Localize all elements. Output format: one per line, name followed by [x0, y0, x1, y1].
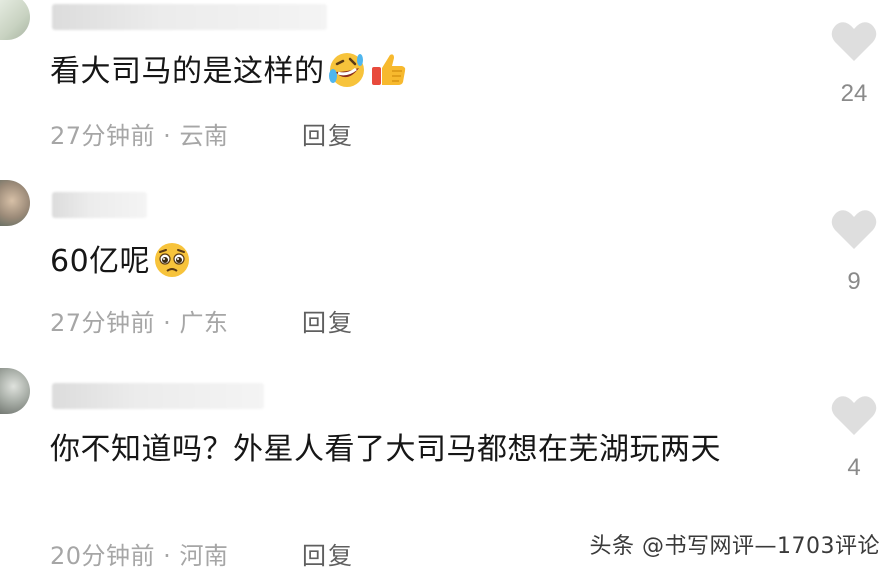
comment-text: 看大司马的是这样的	[50, 54, 325, 89]
avatar[interactable]	[0, 368, 30, 414]
pleading-face-emoji	[152, 240, 192, 280]
username-blurred[interactable]	[52, 192, 147, 218]
comment-meta: 20分钟前 · 河南	[50, 536, 228, 571]
comment-text-container: 60亿呢	[50, 240, 810, 284]
comment-text: 60亿呢	[50, 244, 151, 279]
like-button[interactable]: 4	[826, 394, 882, 482]
comment-text: 你不知道吗？外星人看了大司马都想在芜湖玩两天	[50, 432, 721, 467]
thumbs-up-emoji	[369, 50, 409, 90]
comment-text-container: 你不知道吗？外星人看了大司马都想在芜湖玩两天	[50, 428, 820, 472]
reply-button[interactable]: 回复	[302, 536, 354, 571]
reply-button[interactable]: 回复	[302, 303, 354, 338]
username-blurred[interactable]	[52, 4, 327, 30]
like-count: 4	[847, 454, 861, 481]
heart-icon	[831, 396, 877, 435]
comment-meta: 27分钟前 · 广东	[50, 303, 228, 338]
watermark: 头条 @书写网评—1703评论	[589, 534, 880, 559]
like-button[interactable]: 9	[826, 208, 882, 296]
comment-time: 27分钟前	[50, 122, 156, 150]
heart-icon	[831, 22, 877, 61]
like-count: 24	[840, 80, 868, 107]
heart-icon	[831, 210, 877, 249]
meta-separator: ·	[155, 122, 180, 150]
reply-button[interactable]: 回复	[302, 116, 354, 151]
comment-meta: 27分钟前 · 云南	[50, 116, 228, 151]
comment-time: 27分钟前	[50, 309, 156, 337]
comment-time: 20分钟前	[50, 542, 156, 570]
meta-separator: ·	[155, 309, 180, 337]
like-count: 9	[847, 268, 861, 295]
username-blurred[interactable]	[52, 383, 264, 409]
meta-separator: ·	[155, 542, 180, 570]
avatar[interactable]	[0, 0, 30, 40]
comment-text-container: 看大司马的是这样的	[50, 50, 810, 94]
like-button[interactable]: 24	[826, 20, 882, 108]
comment-location: 云南	[179, 122, 229, 150]
comment-location: 河南	[179, 542, 229, 570]
rolling-on-floor-laughing-emoji	[327, 50, 367, 90]
comment-location: 广东	[179, 309, 229, 337]
avatar[interactable]	[0, 180, 30, 226]
